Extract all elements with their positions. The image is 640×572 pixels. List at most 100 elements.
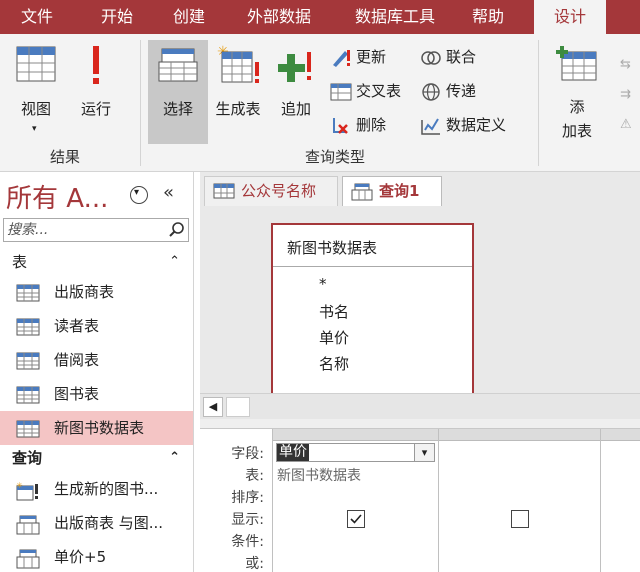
row-label-criteria: 条件: <box>231 534 264 550</box>
tab-public-account-name[interactable]: 公众号名称 <box>204 176 338 206</box>
nav-table-item[interactable]: 借阅表 <box>0 343 193 377</box>
row-label-show: 显示: <box>231 512 264 528</box>
query-design-area: 新图书数据表 * 书名 单价 名称 <box>200 206 640 393</box>
chevron-down-icon[interactable]: ▾ <box>414 444 434 461</box>
more-commands-icon[interactable]: ⇆ ⇉ ⚠ <box>620 50 638 140</box>
make-table-query-icon: ✳ <box>16 481 38 501</box>
column-selector[interactable] <box>272 429 438 441</box>
append-label: 追加 <box>280 100 311 118</box>
show-checkbox-checked[interactable] <box>347 510 365 528</box>
scroll-left-arrow-icon[interactable]: ◀ <box>203 397 223 417</box>
nav-search-input[interactable] <box>4 219 164 241</box>
union-label: 联合 <box>446 48 477 66</box>
field-list-table-box[interactable]: 新图书数据表 * 书名 单价 名称 <box>271 223 474 393</box>
view-label: 视图 <box>20 100 51 118</box>
menu-database-tools[interactable]: 数据库工具 <box>340 0 450 34</box>
union-button[interactable]: 联合 <box>420 44 476 70</box>
row-label-sort: 排序: <box>231 490 264 506</box>
horizontal-scrollbar[interactable]: ◀ <box>200 393 640 419</box>
nav-item-label: 借阅表 <box>54 351 100 369</box>
nav-table-item-selected[interactable]: 新图书数据表 <box>0 411 193 445</box>
menu-bar: 文件 开始 创建 外部数据 数据库工具 帮助 设计 <box>0 0 640 34</box>
menu-create[interactable]: 创建 <box>156 0 222 34</box>
ribbon: 视图 ▾ 运行 结果 选择 ✳ 生成表 <box>0 34 640 172</box>
table-icon <box>16 420 40 438</box>
add-table-icon <box>556 46 597 81</box>
query-type-group-label: 查询类型 <box>304 148 365 166</box>
scrollbar-thumb[interactable] <box>226 397 250 417</box>
tables-section-header[interactable]: 表 ⌃ <box>0 250 193 274</box>
select-query-icon <box>158 48 198 82</box>
field-list-item[interactable]: 书名 <box>319 301 349 322</box>
nav-query-item[interactable]: ✳ 生成新的图书... <box>0 472 193 506</box>
nav-item-label: 图书表 <box>54 385 100 403</box>
field-list-item[interactable]: * <box>319 275 327 293</box>
nav-table-item[interactable]: 读者表 <box>0 309 193 343</box>
data-definition-label: 数据定义 <box>446 116 507 134</box>
menu-design[interactable]: 设计 <box>534 0 606 34</box>
results-group-label: 结果 <box>49 148 80 166</box>
navigation-pane: 所有 A... ▾ « 表⌃ 出版商表 读者表 借阅表 图书表 新图书数据表 查… <box>0 172 194 572</box>
nav-pane-title[interactable]: 所有 A... <box>6 178 108 215</box>
checkmark-icon <box>350 514 362 524</box>
update-button[interactable]: 更新 <box>330 44 386 70</box>
menu-help[interactable]: 帮助 <box>458 0 518 34</box>
nav-item-label: 出版商表 <box>54 283 115 301</box>
datasheet-view-icon <box>16 46 56 82</box>
search-icon[interactable] <box>168 221 186 239</box>
passthrough-button[interactable]: 传递 <box>420 78 476 104</box>
grid-column-line <box>600 429 601 572</box>
column-selector[interactable] <box>600 429 640 441</box>
nav-query-item[interactable]: 出版商表 与图... <box>0 506 193 540</box>
table-icon <box>16 318 40 336</box>
delete-button[interactable]: 删除 <box>330 112 386 138</box>
field-list-divider <box>273 266 472 267</box>
view-button[interactable]: 视图 ▾ <box>6 40 66 140</box>
select-query-icon <box>16 549 40 569</box>
nav-query-item[interactable]: 单价+5 <box>0 540 193 572</box>
select-query-label: 选择 <box>162 100 193 118</box>
section-collapse-icon[interactable]: ⌃ <box>169 446 180 470</box>
menu-external-data[interactable]: 外部数据 <box>234 0 324 34</box>
add-table-label-line2: 加表 <box>561 122 592 140</box>
field-list-item[interactable]: 名称 <box>319 353 349 374</box>
append-button[interactable]: 追加 <box>270 40 322 144</box>
nav-table-item[interactable]: 图书表 <box>0 377 193 411</box>
tab-label: 公众号名称 <box>241 182 317 200</box>
column-selector[interactable] <box>438 429 600 441</box>
show-checkbox-unchecked[interactable] <box>511 510 529 528</box>
row-label-table: 表: <box>245 468 264 484</box>
select-query-button[interactable]: 选择 <box>148 40 208 144</box>
update-icon <box>333 49 350 67</box>
table-cell-value[interactable]: 新图书数据表 <box>277 465 361 485</box>
table-icon <box>16 284 40 302</box>
field-list-item[interactable]: 单价 <box>319 327 349 348</box>
row-label-or: 或: <box>245 556 264 572</box>
query-icon <box>351 183 373 201</box>
run-button[interactable]: 运行 <box>70 40 122 140</box>
tab-query1[interactable]: 查询1 <box>342 176 442 206</box>
section-collapse-icon[interactable]: ⌃ <box>169 250 180 274</box>
run-icon <box>93 46 99 84</box>
pane-splitter[interactable] <box>200 419 640 429</box>
add-table-button[interactable]: 添 加表 <box>548 40 606 144</box>
make-table-button[interactable]: ✳ 生成表 <box>210 40 266 144</box>
query-design-grid: 字段: 表: 排序: 显示: 条件: 或: 单价 ▾ 新图书数据表 <box>200 429 640 572</box>
queries-section-header[interactable]: 查询 ⌃ <box>0 446 193 470</box>
crosstab-icon <box>330 83 352 100</box>
make-table-label: 生成表 <box>215 100 261 118</box>
data-definition-button[interactable]: 数据定义 <box>420 112 506 138</box>
field-select[interactable]: 单价 ▾ <box>276 443 435 462</box>
menu-home[interactable]: 开始 <box>84 0 150 34</box>
menu-file[interactable]: 文件 <box>0 0 74 34</box>
svg-text:✳: ✳ <box>16 481 23 490</box>
ribbon-separator <box>538 40 539 166</box>
crosstab-button[interactable]: 交叉表 <box>330 78 401 104</box>
queries-section-label: 查询 <box>12 449 43 467</box>
nav-menu-dropdown-icon[interactable]: ▾ <box>130 186 148 204</box>
globe-icon <box>422 82 440 101</box>
document-tabs: 公众号名称 查询1 <box>200 172 640 206</box>
row-label-field: 字段: <box>231 446 264 462</box>
collapse-pane-icon[interactable]: « <box>163 182 174 203</box>
nav-table-item[interactable]: 出版商表 <box>0 275 193 309</box>
